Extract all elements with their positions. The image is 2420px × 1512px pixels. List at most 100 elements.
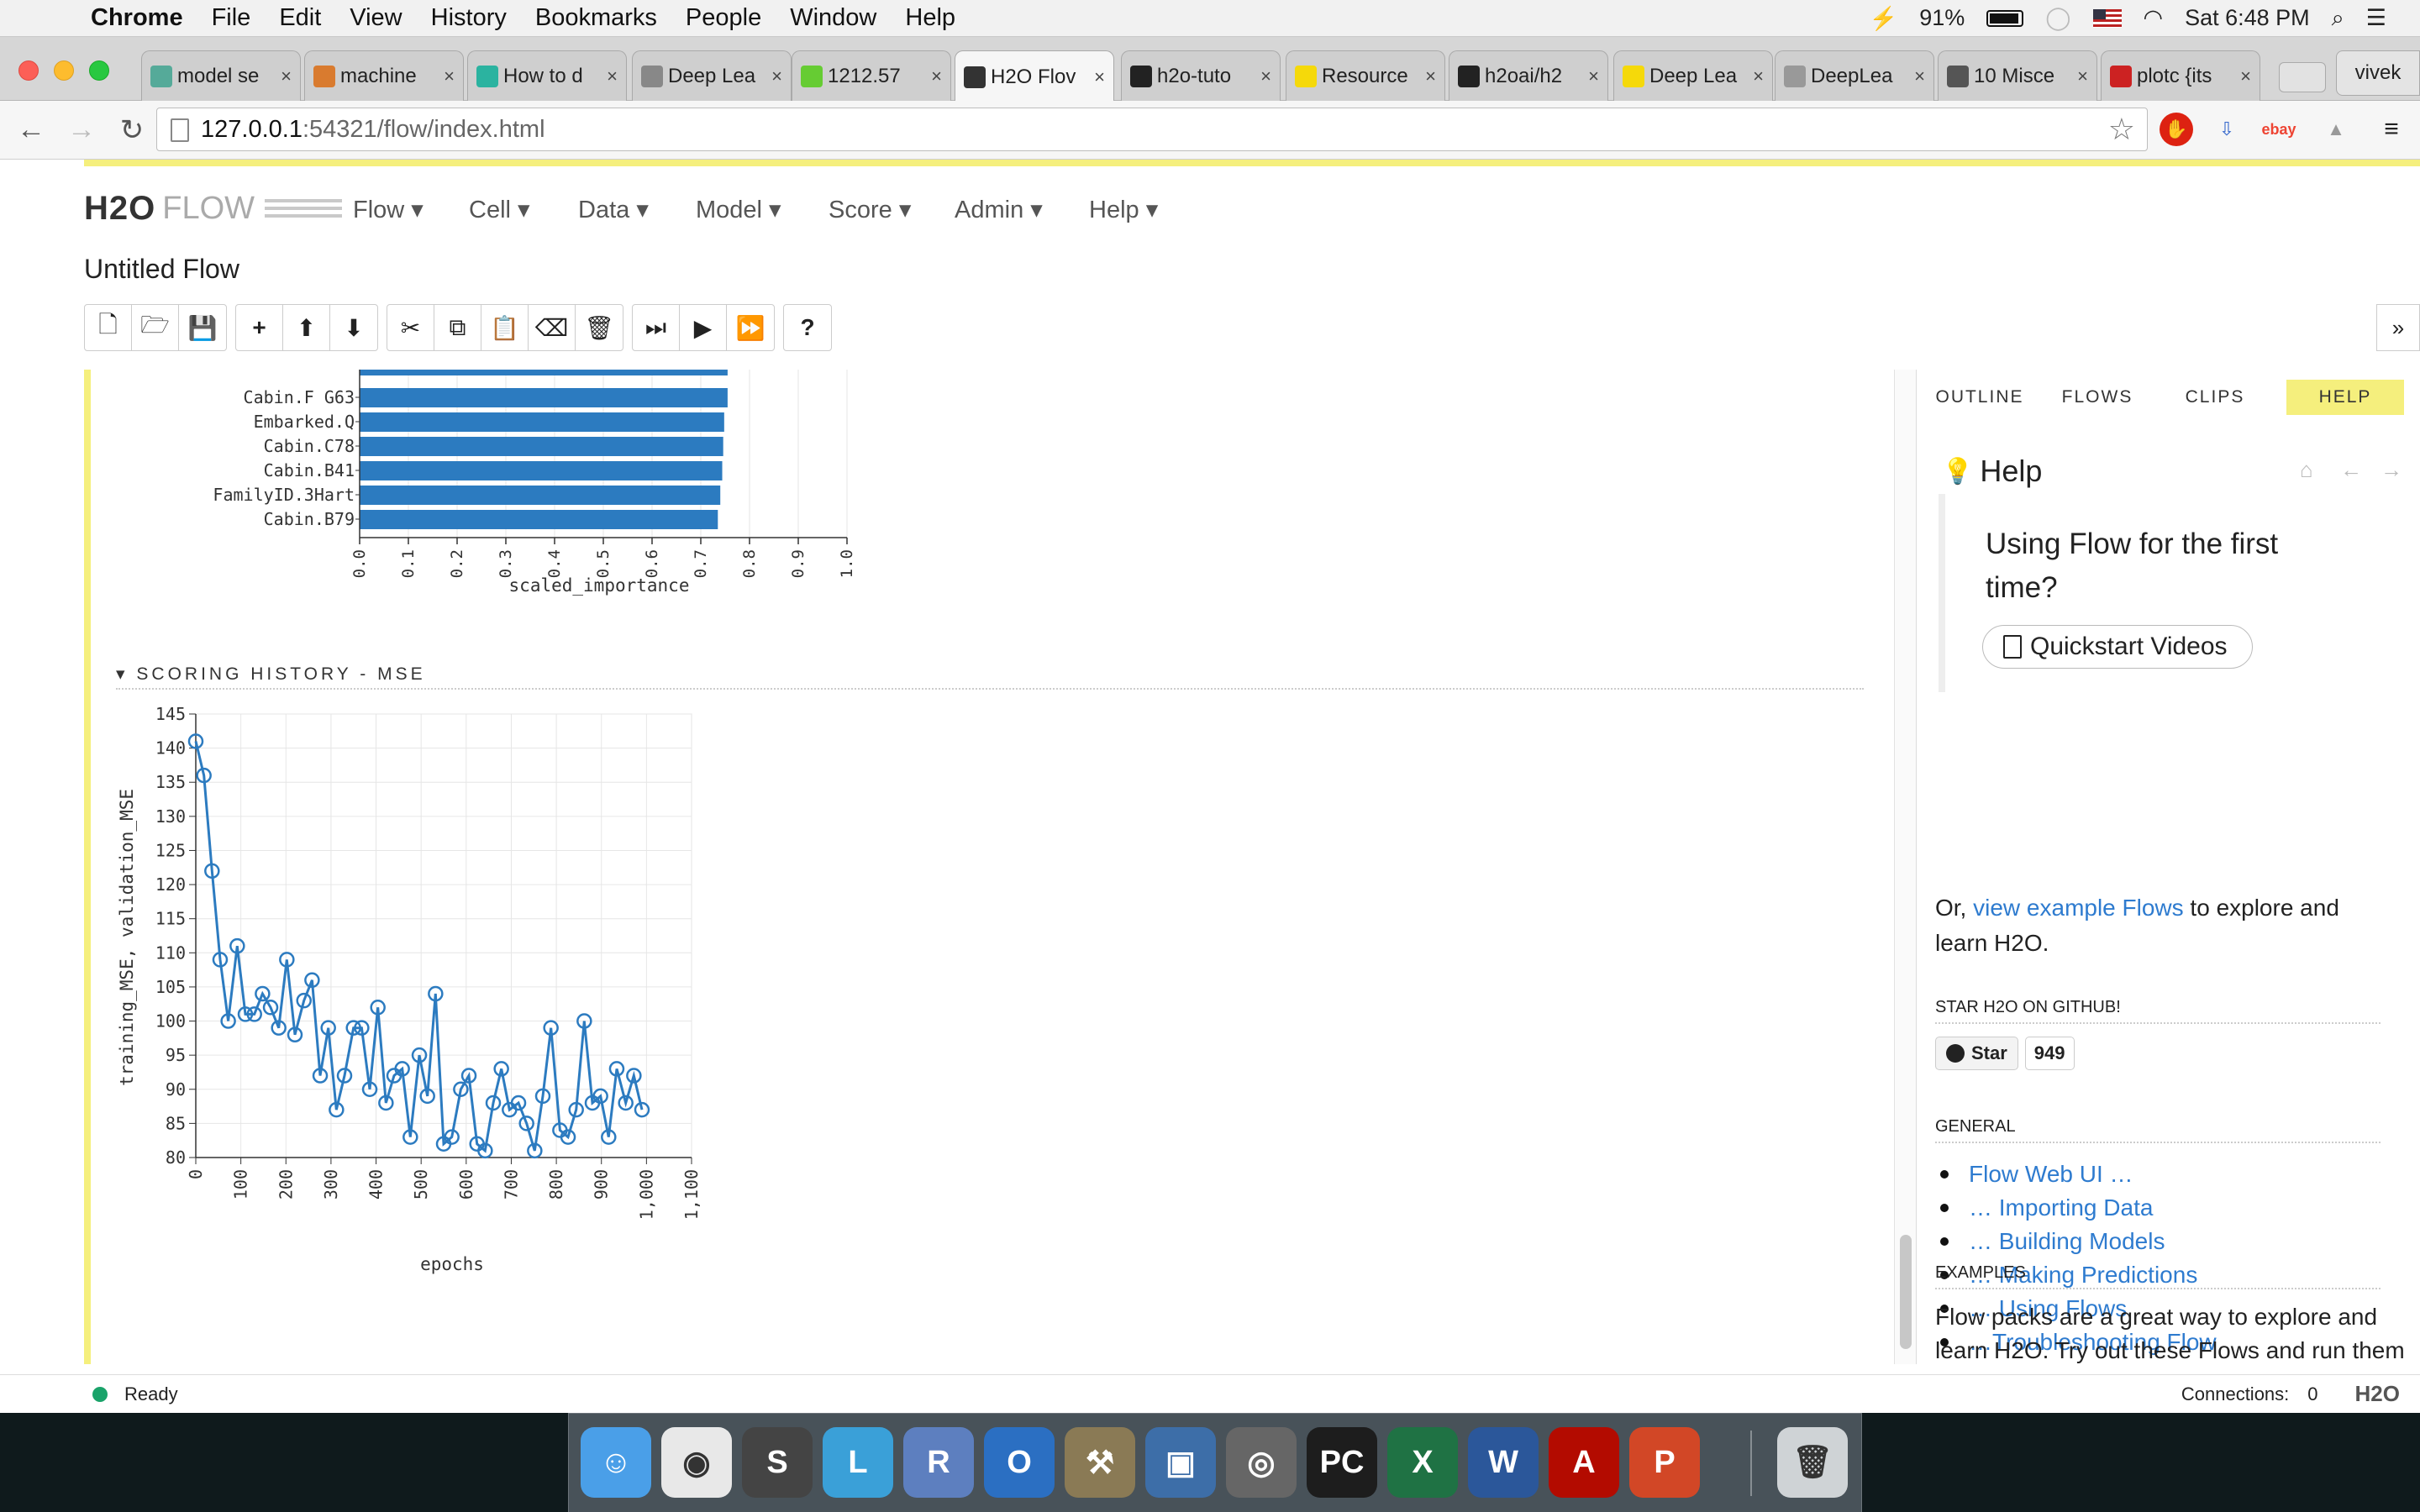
flow-title[interactable]: Untitled Flow xyxy=(84,254,239,285)
tab-flows[interactable]: FLOWS xyxy=(2051,380,2144,415)
dock-trash-icon[interactable]: 🗑 xyxy=(1777,1427,1848,1498)
battery-percent[interactable]: 91% xyxy=(1919,5,1965,31)
close-tab-icon[interactable]: × xyxy=(1425,66,1436,87)
download-extension-icon[interactable]: ⇩ xyxy=(2210,113,2244,146)
forward-icon[interactable]: → xyxy=(2381,457,2402,483)
menu-bookmarks[interactable]: Bookmarks xyxy=(535,4,657,32)
menu-history[interactable]: History xyxy=(431,4,507,32)
run-all-icon[interactable]: ⏩ xyxy=(727,305,774,350)
close-tab-icon[interactable]: × xyxy=(1914,66,1925,87)
browser-tab[interactable]: Deep Lea × xyxy=(1613,50,1773,101)
close-tab-icon[interactable]: × xyxy=(281,66,292,87)
power-icon[interactable]: ⚡ xyxy=(1870,5,1898,32)
clock[interactable]: Sat 6:48 PM xyxy=(2185,5,2310,31)
dock-finder-icon[interactable]: ☺ xyxy=(581,1427,651,1498)
back-icon[interactable]: ← xyxy=(2340,457,2362,483)
menu-edit[interactable]: Edit xyxy=(279,4,321,32)
messages-icon[interactable]: ◯ xyxy=(2045,5,2070,31)
browser-tab[interactable]: machine × xyxy=(304,50,464,101)
clear-eraser-icon[interactable]: ⌫ xyxy=(529,305,576,350)
copy-icon[interactable]: ⧉ xyxy=(434,305,481,350)
browser-tab[interactable]: plotc {its × xyxy=(2101,50,2260,101)
reload-icon[interactable]: ↻ xyxy=(113,111,151,150)
chrome-menu-icon[interactable]: ≡ xyxy=(2375,113,2408,146)
wifi-icon[interactable]: ◠ xyxy=(2144,5,2164,31)
minimize-window-button[interactable] xyxy=(54,60,74,81)
close-tab-icon[interactable]: × xyxy=(607,66,618,87)
menu-window[interactable]: Window xyxy=(790,4,876,32)
home-icon[interactable]: ⌂ xyxy=(2300,457,2313,483)
menu-app-name[interactable]: Chrome xyxy=(91,4,183,32)
forward-arrow-icon[interactable]: → xyxy=(62,111,101,150)
notification-center-icon[interactable]: ☰ xyxy=(2366,5,2386,31)
tab-clips[interactable]: CLIPS xyxy=(2169,380,2261,415)
insert-cell-icon[interactable]: + xyxy=(236,305,283,350)
save-icon[interactable]: 💾 xyxy=(179,305,226,350)
bookmark-star-icon[interactable]: ☆ xyxy=(2108,112,2135,147)
github-star-button[interactable]: Star xyxy=(1935,1037,2018,1070)
close-tab-icon[interactable]: × xyxy=(1260,66,1271,87)
menu-file[interactable]: File xyxy=(212,4,251,32)
star-count[interactable]: 949 xyxy=(2024,1037,2075,1070)
cell-scrollbar[interactable] xyxy=(1894,370,1916,1364)
link-importing-data[interactable]: … Importing Data xyxy=(1969,1191,2153,1225)
profile-button[interactable]: vivek xyxy=(2336,50,2420,96)
spotlight-search-icon[interactable]: ⌕ xyxy=(2332,5,2344,32)
step-run-icon[interactable]: ⏭ xyxy=(633,305,680,350)
close-tab-icon[interactable]: × xyxy=(1588,66,1599,87)
open-folder-icon[interactable]: 🗁 xyxy=(132,305,179,350)
menu-view[interactable]: View xyxy=(350,4,402,32)
link-flow-web-ui[interactable]: Flow Web UI … xyxy=(1969,1158,2133,1191)
quickstart-videos-button[interactable]: Quickstart Videos xyxy=(1982,625,2253,669)
run-icon[interactable]: ▶ xyxy=(680,305,727,350)
nav-data-menu[interactable]: Data ▾ xyxy=(578,195,649,224)
link-building-models[interactable]: … Building Models xyxy=(1969,1225,2165,1258)
close-tab-icon[interactable]: × xyxy=(931,66,942,87)
dock-sublime-icon[interactable]: S xyxy=(742,1427,813,1498)
new-file-icon[interactable]: 🗋 xyxy=(85,305,132,350)
close-tab-icon[interactable]: × xyxy=(2077,66,2088,87)
dock-r-icon[interactable]: R xyxy=(903,1427,974,1498)
flag-icon[interactable] xyxy=(2092,8,2122,28)
dock-word-icon[interactable]: W xyxy=(1468,1427,1539,1498)
close-tab-icon[interactable]: × xyxy=(1753,66,1764,87)
adblock-extension-icon[interactable]: ✋ xyxy=(2160,113,2193,146)
dock-tools-icon[interactable]: ⚒ xyxy=(1065,1427,1135,1498)
close-tab-icon[interactable]: × xyxy=(2240,66,2251,87)
cut-icon[interactable]: ✂ xyxy=(387,305,434,350)
menu-people[interactable]: People xyxy=(686,4,761,32)
browser-tab[interactable]: Resource × xyxy=(1286,50,1445,101)
menu-help[interactable]: Help xyxy=(905,4,955,32)
nav-admin-menu[interactable]: Admin ▾ xyxy=(955,195,1043,224)
close-tab-icon[interactable]: × xyxy=(1094,66,1105,88)
close-tab-icon[interactable]: × xyxy=(771,66,782,87)
battery-icon[interactable] xyxy=(1986,9,2024,27)
dock-powerpoint-icon[interactable]: P xyxy=(1629,1427,1700,1498)
close-tab-icon[interactable]: × xyxy=(444,66,455,87)
flow-cell-output[interactable]: Cabin.F G63 Embarked.Q Cabin.C78 Cabin.B41 F… xyxy=(84,370,1892,1364)
dock-launchpad-icon[interactable]: L xyxy=(823,1427,893,1498)
help-question-icon[interactable]: ? xyxy=(784,305,831,350)
toggle-sidebar-button[interactable]: » xyxy=(2376,304,2420,351)
browser-tab[interactable]: model se × xyxy=(141,50,301,101)
scrollbar-thumb[interactable] xyxy=(1900,1235,1912,1349)
nav-flow-menu[interactable]: Flow ▾ xyxy=(353,195,424,224)
dock-dashboard-icon[interactable]: ◎ xyxy=(1226,1427,1297,1498)
dock-outlook-icon[interactable]: O xyxy=(984,1427,1055,1498)
dock-acrobat-icon[interactable]: A xyxy=(1549,1427,1619,1498)
tab-help[interactable]: HELP xyxy=(2286,380,2404,415)
nav-model-menu[interactable]: Model ▾ xyxy=(696,195,781,224)
nav-score-menu[interactable]: Score ▾ xyxy=(829,195,911,224)
browser-tab[interactable]: 10 Misce × xyxy=(1938,50,2097,101)
dock-excel-icon[interactable]: X xyxy=(1387,1427,1458,1498)
browser-tab[interactable]: H2O Flov × xyxy=(955,50,1114,102)
browser-tab[interactable]: h2o-tuto × xyxy=(1121,50,1281,101)
extension-icon[interactable]: ▲ xyxy=(2319,113,2353,146)
tab-outline[interactable]: OUTLINE xyxy=(1933,380,2026,415)
delete-trash-icon[interactable]: 🗑 xyxy=(576,305,623,350)
close-window-button[interactable] xyxy=(18,60,39,81)
browser-tab[interactable]: How to d × xyxy=(467,50,627,101)
nav-help-menu[interactable]: Help ▾ xyxy=(1089,195,1158,224)
move-up-icon[interactable]: ⬆ xyxy=(283,305,330,350)
dock-virtualbox-icon[interactable]: ▣ xyxy=(1145,1427,1216,1498)
